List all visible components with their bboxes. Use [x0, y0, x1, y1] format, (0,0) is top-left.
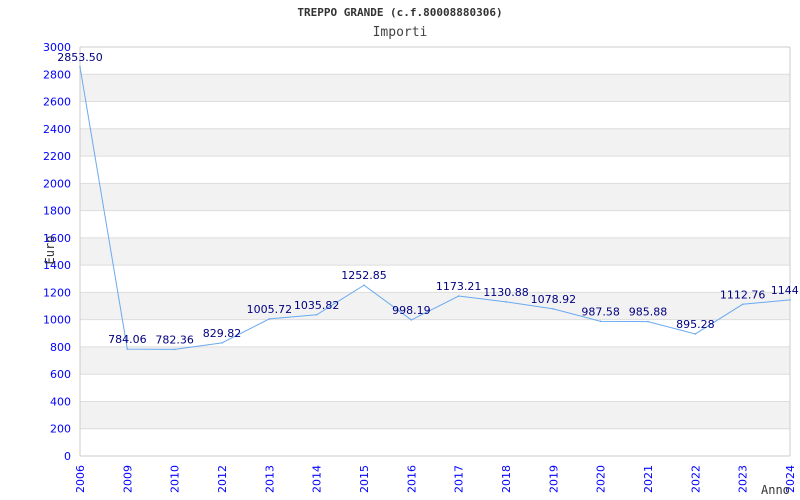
data-point — [79, 66, 81, 68]
data-label: 2853.50 — [57, 51, 103, 64]
data-point — [694, 333, 697, 335]
grid-band — [80, 74, 790, 102]
x-axis-title: Anno — [761, 483, 790, 497]
data-label: 782.36 — [155, 333, 194, 346]
data-label: 1252.85 — [341, 269, 387, 282]
data-point — [410, 319, 413, 321]
data-point — [599, 320, 602, 323]
x-tick-label: 2013 — [263, 465, 276, 493]
x-tick-label: 2012 — [216, 465, 229, 493]
y-tick-label: 800 — [50, 341, 71, 354]
data-point — [126, 348, 129, 350]
x-tick-label: 2014 — [311, 465, 324, 493]
grid-band — [80, 128, 790, 157]
line-chart: 0200400600800100012001400160018002000220… — [43, 41, 800, 497]
data-label: 1112.76 — [720, 288, 766, 301]
data-point — [789, 299, 791, 301]
y-axis-title: Euro — [43, 236, 57, 265]
x-tick-label: 2018 — [500, 465, 513, 493]
y-tick-label: 1000 — [43, 314, 71, 327]
x-tick-label: 2020 — [595, 465, 608, 493]
grid-band — [80, 183, 790, 211]
x-tick-label: 2022 — [689, 465, 702, 493]
data-label: 784.06 — [108, 333, 147, 346]
y-tick-label: 2600 — [43, 96, 71, 109]
y-tick-label: 2800 — [43, 68, 71, 81]
data-label: 1005.72 — [247, 303, 293, 316]
data-label: 1173.21 — [436, 280, 482, 293]
data-label: 1130.88 — [483, 286, 529, 299]
data-point — [647, 320, 649, 323]
data-label: 987.58 — [581, 305, 620, 318]
y-tick-label: 2000 — [43, 177, 71, 190]
x-tick-label: 2006 — [74, 465, 87, 493]
grid-band — [80, 292, 790, 320]
data-label: 1078.92 — [531, 293, 577, 306]
grid-band — [80, 346, 790, 375]
data-point — [268, 318, 271, 320]
data-point — [173, 348, 176, 351]
x-tick-label: 2017 — [453, 465, 466, 493]
data-point — [363, 284, 365, 286]
data-label: 998.19 — [392, 304, 431, 317]
y-tick-label: 1800 — [43, 205, 71, 218]
data-point — [552, 308, 555, 310]
y-tick-label: 2400 — [43, 123, 71, 136]
x-tick-label: 2021 — [642, 465, 655, 493]
data-point — [315, 313, 318, 316]
data-point — [221, 342, 223, 344]
data-label: 1035.82 — [294, 299, 340, 312]
x-tick-label: 2015 — [358, 465, 371, 493]
data-point — [457, 295, 460, 297]
data-point — [741, 303, 744, 306]
y-tick-label: 0 — [64, 450, 71, 463]
data-label: 895.28 — [676, 318, 715, 331]
y-tick-label: 2200 — [43, 150, 71, 163]
data-label: 829.82 — [203, 327, 242, 340]
data-label: 985.88 — [629, 306, 668, 319]
x-tick-label: 2016 — [405, 465, 418, 493]
y-tick-label: 600 — [50, 368, 71, 381]
x-tick-label: 2023 — [737, 465, 750, 493]
y-tick-label: 400 — [50, 395, 71, 408]
grid-band — [80, 401, 790, 429]
data-point — [505, 301, 507, 303]
x-tick-label: 2009 — [121, 465, 134, 493]
x-tick-label: 2019 — [547, 465, 560, 493]
y-tick-label: 1200 — [43, 286, 71, 299]
y-tick-label: 200 — [50, 423, 71, 436]
x-tick-label: 2010 — [169, 465, 182, 493]
data-label: 1144.9 — [771, 284, 800, 297]
grid-band — [80, 237, 790, 266]
